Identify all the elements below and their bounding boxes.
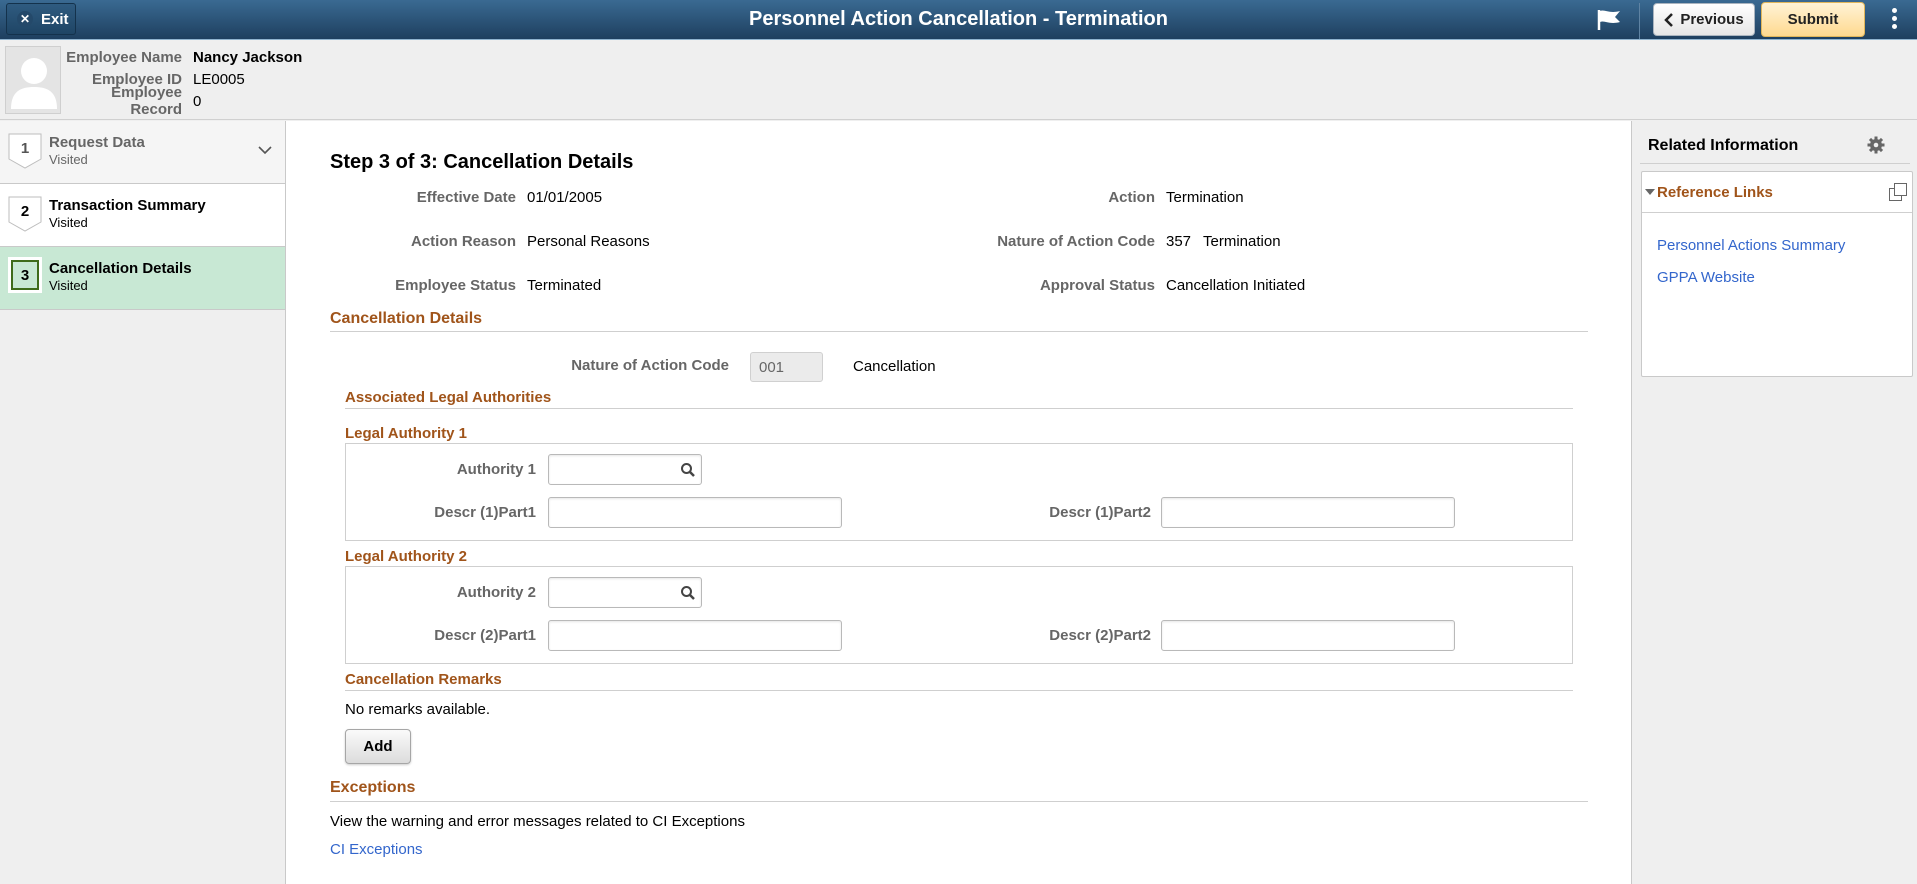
descr-2-part2-input[interactable] xyxy=(1161,620,1455,651)
descr-2-part2-label: Descr (2)Part2 xyxy=(1049,627,1151,644)
action-reason-field: Action Reason Personal Reasons xyxy=(330,233,650,250)
personnel-actions-summary-link[interactable]: Personnel Actions Summary xyxy=(1657,237,1845,254)
panel-divider xyxy=(1640,163,1910,164)
step-navigation: 1 Request Data Visited 2 Transaction Sum… xyxy=(0,121,286,884)
legal-authority-1-heading: Legal Authority 1 xyxy=(345,425,467,442)
title-bar: ✕ Exit Personnel Action Cancellation - T… xyxy=(0,0,1917,40)
nature-of-action-field: Nature of Action Code 357 Termination xyxy=(986,233,1281,250)
add-remark-button[interactable]: Add xyxy=(345,729,411,764)
effective-date-label: Effective Date xyxy=(416,189,516,206)
remarks-text: No remarks available. xyxy=(345,701,491,718)
chevron-down-icon[interactable] xyxy=(258,145,272,155)
cancellation-details-heading: Cancellation Details xyxy=(330,310,483,327)
related-information-title: Related Information xyxy=(1648,137,1799,154)
action-value: Termination xyxy=(1166,189,1244,206)
authority-1-input[interactable] xyxy=(548,454,702,485)
avatar xyxy=(5,46,61,114)
effective-date-value: 01/01/2005 xyxy=(527,189,603,206)
search-icon[interactable] xyxy=(680,462,696,478)
employee-id: LE0005 xyxy=(193,70,245,88)
approval-status-value: Cancellation Initiated xyxy=(1166,277,1306,294)
collapse-caret-icon[interactable] xyxy=(1645,189,1655,195)
cancellation-remarks-heading: Cancellation Remarks xyxy=(345,671,502,688)
cancel-noa-descr: Cancellation xyxy=(853,358,936,375)
action-field: Action Termination xyxy=(986,189,1244,206)
step-number-badge: 3 xyxy=(8,257,42,293)
exceptions-description: View the warning and error messages rela… xyxy=(330,813,745,830)
employee-name: Nancy Jackson xyxy=(193,48,303,66)
ci-exceptions-link[interactable]: CI Exceptions xyxy=(330,841,423,858)
nature-of-action-label: Nature of Action Code xyxy=(997,233,1155,250)
employee-record: 0 xyxy=(193,92,202,110)
step-title: Transaction Summary xyxy=(49,197,206,214)
step-title: Cancellation Details xyxy=(49,260,192,277)
action-reason-label: Action Reason xyxy=(410,233,516,250)
authority-1-label: Authority 1 xyxy=(456,461,536,478)
step-cancellation-details[interactable]: 3 Cancellation Details Visited xyxy=(0,247,285,310)
employee-name-label: Employee Name xyxy=(66,48,182,66)
chevron-left-icon xyxy=(1664,12,1674,27)
action-label: Action xyxy=(1108,189,1155,206)
step-transaction-summary[interactable]: 2 Transaction Summary Visited xyxy=(0,184,285,247)
descr-1-part2-label: Descr (1)Part2 xyxy=(1049,504,1151,521)
step-status: Visited xyxy=(49,152,88,167)
reference-links-title[interactable]: Reference Links xyxy=(1657,184,1773,201)
gppa-website-link[interactable]: GPPA Website xyxy=(1657,269,1755,286)
section-divider xyxy=(345,690,1573,691)
effective-date-field: Effective Date 01/01/2005 xyxy=(330,189,602,206)
employee-status-label: Employee Status xyxy=(395,277,516,294)
section-divider xyxy=(330,331,1588,332)
main-content: Step 3 of 3: Cancellation Details Effect… xyxy=(286,121,1632,884)
authority-2-label: Authority 2 xyxy=(456,584,536,601)
nature-of-action-code: 357 xyxy=(1166,233,1192,250)
employee-status-value: Terminated xyxy=(527,277,602,294)
step-status: Visited xyxy=(49,278,88,293)
authority-2-input[interactable] xyxy=(548,577,702,608)
toolbar-divider xyxy=(1639,3,1640,39)
section-divider xyxy=(345,408,1573,409)
cancel-noa-code: 001 xyxy=(750,352,823,382)
flag-icon[interactable] xyxy=(1596,8,1622,32)
employee-status-field: Employee Status Terminated xyxy=(330,277,601,294)
approval-status-label: Approval Status xyxy=(1039,277,1155,294)
nature-of-action-descr: Termination xyxy=(1203,233,1281,250)
action-reason-value: Personal Reasons xyxy=(527,233,650,250)
submit-button[interactable]: Submit xyxy=(1761,2,1865,37)
descr-1-part2-input[interactable] xyxy=(1161,497,1455,528)
descr-2-part1-label: Descr (2)Part1 xyxy=(434,627,536,644)
previous-button[interactable]: Previous xyxy=(1653,3,1755,36)
gear-icon[interactable] xyxy=(1867,136,1885,154)
approval-status-field: Approval Status Cancellation Initiated xyxy=(986,277,1305,294)
reference-links-header: Reference Links xyxy=(1642,172,1912,213)
descr-2-part1-input[interactable] xyxy=(548,620,842,651)
section-divider xyxy=(330,801,1588,802)
person-icon xyxy=(11,58,57,109)
previous-label: Previous xyxy=(1680,11,1744,28)
descr-1-part1-label: Descr (1)Part1 xyxy=(434,504,536,521)
page-title: Personnel Action Cancellation - Terminat… xyxy=(749,8,1168,30)
step-heading: Step 3 of 3: Cancellation Details xyxy=(330,151,634,173)
step-request-data[interactable]: 1 Request Data Visited xyxy=(0,121,285,184)
submit-label: Submit xyxy=(1787,11,1839,28)
legal-authority-2-heading: Legal Authority 2 xyxy=(345,548,467,565)
employee-record-label: Employee Record xyxy=(111,84,182,118)
descr-1-part1-input[interactable] xyxy=(548,497,842,528)
step-number-badge: 1 xyxy=(8,133,42,169)
step-title: Request Data xyxy=(49,134,145,151)
cancel-noa-field: Nature of Action Code xyxy=(536,357,740,374)
reference-links-box: Reference Links Personnel Actions Summar… xyxy=(1641,171,1913,377)
employee-header: Employee Name Nancy Jackson Employee ID … xyxy=(0,41,1917,120)
exceptions-heading: Exceptions xyxy=(330,779,416,796)
cancel-noa-label: Nature of Action Code xyxy=(571,357,729,374)
search-icon[interactable] xyxy=(680,585,696,601)
step-number-badge: 2 xyxy=(8,196,42,232)
more-options-icon[interactable] xyxy=(1888,8,1900,34)
legal-authorities-heading: Associated Legal Authorities xyxy=(345,389,552,406)
step-status: Visited xyxy=(49,215,88,230)
popout-icon[interactable] xyxy=(1889,183,1907,201)
